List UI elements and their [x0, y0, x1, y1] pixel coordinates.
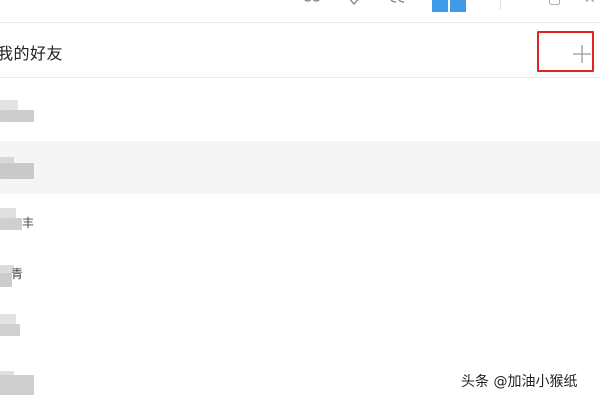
page-title: 我的好友: [0, 44, 64, 63]
friend-name: 丰: [22, 216, 35, 230]
folder-icon[interactable]: [432, 0, 466, 12]
add-friend-button[interactable]: [537, 31, 594, 72]
window-divider: [500, 0, 501, 10]
avatar: [0, 100, 18, 110]
friend-name-blurred: [0, 218, 22, 230]
friend-row[interactable]: 青: [0, 247, 600, 300]
maximize-icon[interactable]: ▢: [548, 0, 564, 6]
avatar: [0, 314, 16, 324]
plus-icon: [573, 45, 591, 63]
friend-row-selected[interactable]: [0, 141, 600, 194]
watermark: 头条 @加油小猴纸: [461, 374, 578, 390]
top-toolbar: ▢ ✕: [0, 0, 600, 23]
close-icon[interactable]: ✕: [584, 0, 600, 6]
friend-name-blurred: [0, 375, 34, 395]
friends-header: 我的好友: [0, 23, 600, 78]
avatar: [0, 208, 16, 218]
transfer-icon[interactable]: [300, 0, 324, 8]
friend-row[interactable]: [0, 88, 600, 141]
friend-row[interactable]: 丰: [0, 194, 600, 247]
friend-name-blurred: [0, 324, 20, 336]
friend-name-blurred: [0, 110, 34, 122]
video-call-icon[interactable]: [386, 0, 410, 8]
headset-icon[interactable]: [342, 0, 366, 8]
friend-name: 青: [11, 267, 24, 281]
friend-row[interactable]: [0, 300, 600, 353]
friend-name-blurred: [0, 163, 34, 179]
